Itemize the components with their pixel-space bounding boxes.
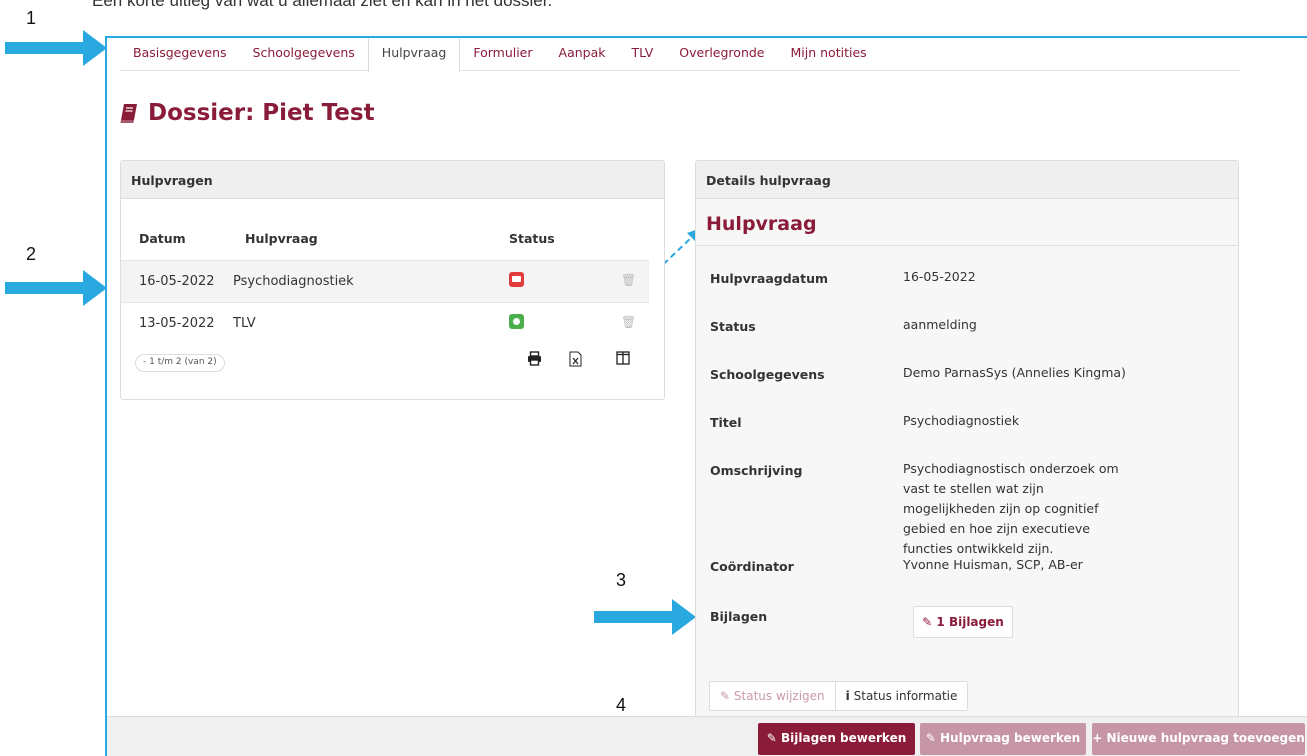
table-row[interactable]: 16-05-2022 Psychodiagnostiek 🗑 [121,260,649,302]
field-value-coordinator: Yvonne Huisman, SCP, AB-er [903,557,1083,572]
print-icon[interactable] [527,351,542,370]
tab-hulpvraag[interactable]: Hulpvraag [367,38,461,72]
field-label-hulpvraagdatum: Hulpvraagdatum [710,271,829,286]
field-label-omschrijving: Omschrijving [710,463,803,478]
bijlagen-button[interactable]: ✎ 1 Bijlagen [913,606,1013,638]
details-heading: Hulpvraag [706,213,817,235]
details-panel-title: Details hulpvraag [696,161,1238,199]
bijlagen-bewerken-label: Bijlagen bewerken [781,731,907,745]
col-header-status[interactable]: Status [509,231,555,246]
callout-arrow-2 [5,270,107,306]
row-hulpvraag: TLV [233,316,256,331]
bijlagen-bewerken-button[interactable]: ✎ Bijlagen bewerken [758,723,915,755]
tab-aanpak[interactable]: Aanpak [546,38,619,71]
nieuwe-hulpvraag-label: Nieuwe hulpvraag toevoegen [1106,731,1305,745]
tab-tlv[interactable]: TLV [618,38,666,71]
row-datum: 16-05-2022 [139,274,215,289]
pager-badge: - 1 t/m 2 (van 2) [135,354,225,372]
field-value-schoolgegevens: Demo ParnasSys (Annelies Kingma) [903,365,1126,380]
pencil-icon: ✎ [766,731,777,745]
col-header-datum[interactable]: Datum [139,231,186,246]
book-icon [120,104,137,123]
row-datum: 13-05-2022 [139,316,215,331]
frame-left-border [105,36,107,756]
columns-icon[interactable] [616,351,630,369]
row-hulpvraag: Psychodiagnostiek [233,274,354,289]
callout-1: 1 [26,8,37,28]
delete-icon[interactable]: 🗑 [621,315,636,329]
callout-4: 4 [616,695,627,715]
excel-icon[interactable] [569,351,582,371]
status-wijzigen-label: Status wijzigen [733,689,825,703]
pencil-icon: ✎ [720,689,731,703]
dossier-tabs: Basisgegevens Schoolgegevens Hulpvraag F… [120,38,1240,72]
info-icon: i [845,689,850,703]
tab-basisgegevens[interactable]: Basisgegevens [120,38,240,71]
field-value-omschrijving: Psychodiagnostisch onderzoek om vast te … [903,461,1119,556]
hulpvraag-bewerken-label: Hulpvraag bewerken [940,731,1081,745]
paperclip-icon: ✎ [922,615,933,629]
field-label-bijlagen: Bijlagen [710,609,768,624]
callout-arrow-3 [594,599,696,635]
status-informatie-label: Status informatie [853,689,958,703]
tab-overlegronde[interactable]: Overlegronde [666,38,777,71]
tab-formulier[interactable]: Formulier [460,38,545,71]
field-label-status: Status [710,319,756,334]
hulpvraag-bewerken-button[interactable]: ✎ Hulpvraag bewerken [920,723,1086,755]
divider [696,245,1238,246]
details-hulpvraag-panel: Details hulpvraag Hulpvraag Hulpvraagdat… [695,160,1239,720]
field-label-schoolgegevens: Schoolgegevens [710,367,825,382]
field-value-titel: Psychodiagnostiek [903,413,1020,428]
bijlagen-button-label: 1 Bijlagen [936,615,1004,629]
hulpvragen-panel: Hulpvragen Datum Hulpvraag Status 16-05-… [120,160,665,400]
table-row[interactable]: 13-05-2022 TLV 🗑 [121,302,649,344]
status-informatie-button[interactable]: i Status informatie [836,682,968,710]
tab-schoolgegevens[interactable]: Schoolgegevens [240,38,368,71]
plus-icon: + [1092,731,1103,745]
status-green-icon [509,314,524,329]
tab-mijn-notities[interactable]: Mijn notities [778,38,880,71]
status-wijzigen-button[interactable]: ✎ Status wijzigen [710,682,836,710]
status-red-icon [509,272,524,287]
col-header-hulpvraag[interactable]: Hulpvraag [245,231,318,246]
field-value-hulpvraagdatum: 16-05-2022 [903,269,976,284]
field-value-status: aanmelding [903,317,977,332]
nieuwe-hulpvraag-button[interactable]: + Nieuwe hulpvraag toevoegen [1092,723,1305,755]
callout-arrow-1 [5,30,107,66]
intro-text: Een korte uitleg van wat u allemaal ziet… [92,0,553,10]
callout-3: 3 [616,570,627,590]
status-button-group: ✎ Status wijzigen i Status informatie [709,681,969,711]
field-label-titel: Titel [710,415,742,430]
pencil-icon: ✎ [925,731,936,745]
delete-icon[interactable]: 🗑 [621,273,636,287]
callout-2: 2 [26,244,37,264]
page-title-text: Dossier: Piet Test [148,100,375,126]
page-title: Dossier: Piet Test [118,100,375,126]
field-label-coordinator: Coördinator [710,559,794,574]
hulpvragen-panel-title: Hulpvragen [121,161,664,199]
